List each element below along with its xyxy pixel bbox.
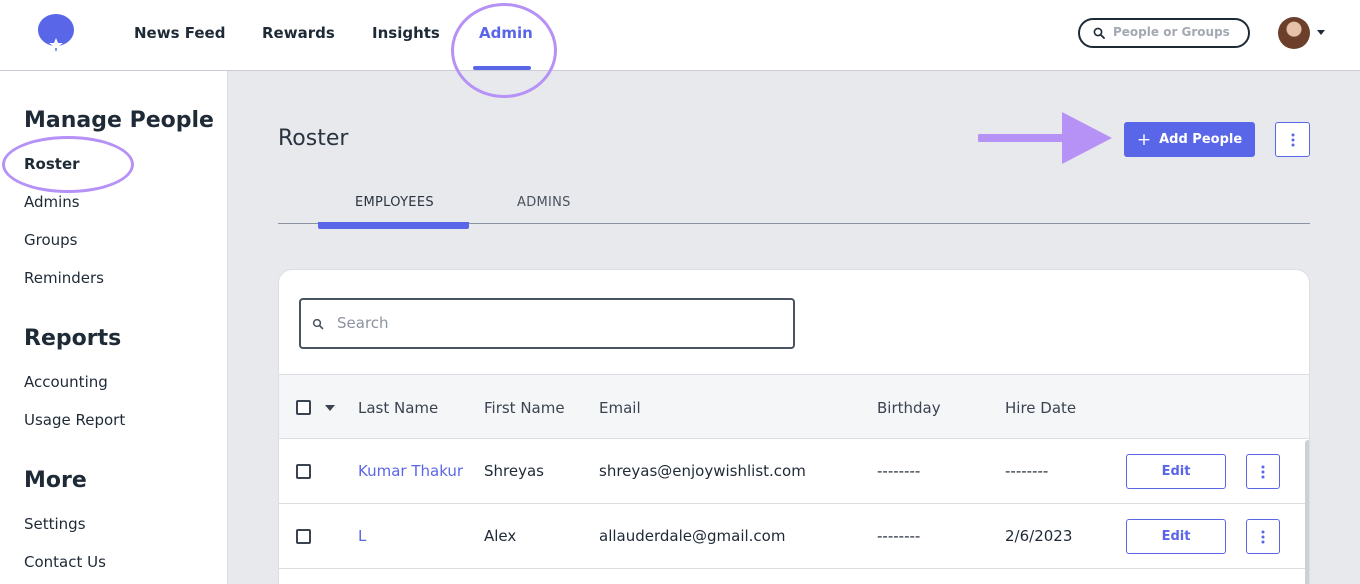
chevron-down-icon[interactable]: [1317, 30, 1325, 35]
first-name-cell: Alex: [484, 527, 517, 545]
add-people-label: Add People: [1159, 132, 1243, 147]
highlight-circle-admin: [451, 3, 557, 98]
more-vertical-icon: [1261, 465, 1265, 478]
tab-active-indicator: [318, 222, 469, 229]
sidebar-item-reminders[interactable]: Reminders: [24, 269, 104, 287]
table-scrollbar[interactable]: [1305, 440, 1309, 584]
add-people-button[interactable]: + Add People: [1124, 122, 1255, 157]
user-avatar[interactable]: [1278, 17, 1310, 49]
sidebar-heading-more: More: [24, 468, 87, 493]
tab-employees[interactable]: EMPLOYEES: [355, 195, 434, 210]
arrow-right-icon: [978, 112, 1112, 164]
column-birthday[interactable]: Birthday: [877, 399, 941, 417]
more-vertical-icon: [1261, 530, 1265, 543]
nav-insights[interactable]: Insights: [372, 22, 440, 44]
hire-date-cell: 2/6/2023: [1005, 527, 1073, 545]
search-icon: [312, 318, 324, 330]
search-icon: [1093, 27, 1105, 39]
chevron-down-icon[interactable]: [325, 405, 335, 411]
row-more-button[interactable]: [1246, 519, 1280, 554]
table-row: L Alex allauderdale@gmail.com -------- 2…: [279, 504, 1309, 569]
more-vertical-icon: [1291, 133, 1294, 146]
sidebar-item-contact-us[interactable]: Contact Us: [24, 553, 106, 571]
last-name-link[interactable]: Kumar Thakur: [358, 462, 463, 480]
wishlist-logo-icon[interactable]: [36, 12, 76, 54]
row-more-button[interactable]: [1246, 454, 1280, 489]
last-name-link[interactable]: L: [358, 527, 366, 545]
sidebar-item-accounting[interactable]: Accounting: [24, 373, 108, 391]
table-row: Kumar Thakur Shreyas shreyas@enjoywishli…: [279, 439, 1309, 504]
roster-search-placeholder: Search: [337, 314, 389, 332]
first-name-cell: Shreyas: [484, 462, 544, 480]
global-search-placeholder: People or Groups: [1113, 25, 1230, 39]
roster-card: Search Last Name First Name Email Birthd…: [278, 269, 1310, 584]
birthday-cell: --------: [877, 527, 921, 545]
column-email[interactable]: Email: [599, 399, 641, 417]
sidebar-item-settings[interactable]: Settings: [24, 515, 86, 533]
row-checkbox[interactable]: [296, 529, 311, 544]
page-title: Roster: [278, 126, 349, 151]
sidebar-heading-manage-people: Manage People: [24, 108, 214, 133]
column-last-name[interactable]: Last Name: [358, 399, 438, 417]
sidebar-item-groups[interactable]: Groups: [24, 231, 77, 249]
sidebar-item-admins[interactable]: Admins: [24, 193, 80, 211]
column-first-name[interactable]: First Name: [484, 399, 565, 417]
top-nav: News Feed Rewards Insights Admin People …: [0, 0, 1360, 98]
edit-button[interactable]: Edit: [1126, 454, 1226, 489]
row-checkbox[interactable]: [296, 464, 311, 479]
highlight-circle-roster: [2, 136, 134, 193]
tab-admins[interactable]: ADMINS: [517, 195, 571, 210]
roster-search-input[interactable]: Search: [299, 298, 795, 349]
nav-rewards[interactable]: Rewards: [262, 22, 335, 44]
table-header: Last Name First Name Email Birthday Hire…: [279, 374, 1309, 439]
email-cell: allauderdale@gmail.com: [599, 527, 786, 545]
birthday-cell: --------: [877, 462, 921, 480]
email-cell: shreyas@enjoywishlist.com: [599, 462, 806, 480]
column-hire-date[interactable]: Hire Date: [1005, 399, 1076, 417]
sidebar-heading-reports: Reports: [24, 326, 122, 351]
plus-icon: +: [1136, 129, 1152, 150]
edit-button[interactable]: Edit: [1126, 519, 1226, 554]
nav-news-feed[interactable]: News Feed: [134, 22, 225, 44]
page-more-button[interactable]: [1275, 122, 1310, 157]
sidebar-item-usage-report[interactable]: Usage Report: [24, 411, 125, 429]
global-search-input[interactable]: People or Groups: [1078, 18, 1250, 48]
hire-date-cell: --------: [1005, 462, 1049, 480]
select-all-checkbox[interactable]: [296, 400, 311, 415]
